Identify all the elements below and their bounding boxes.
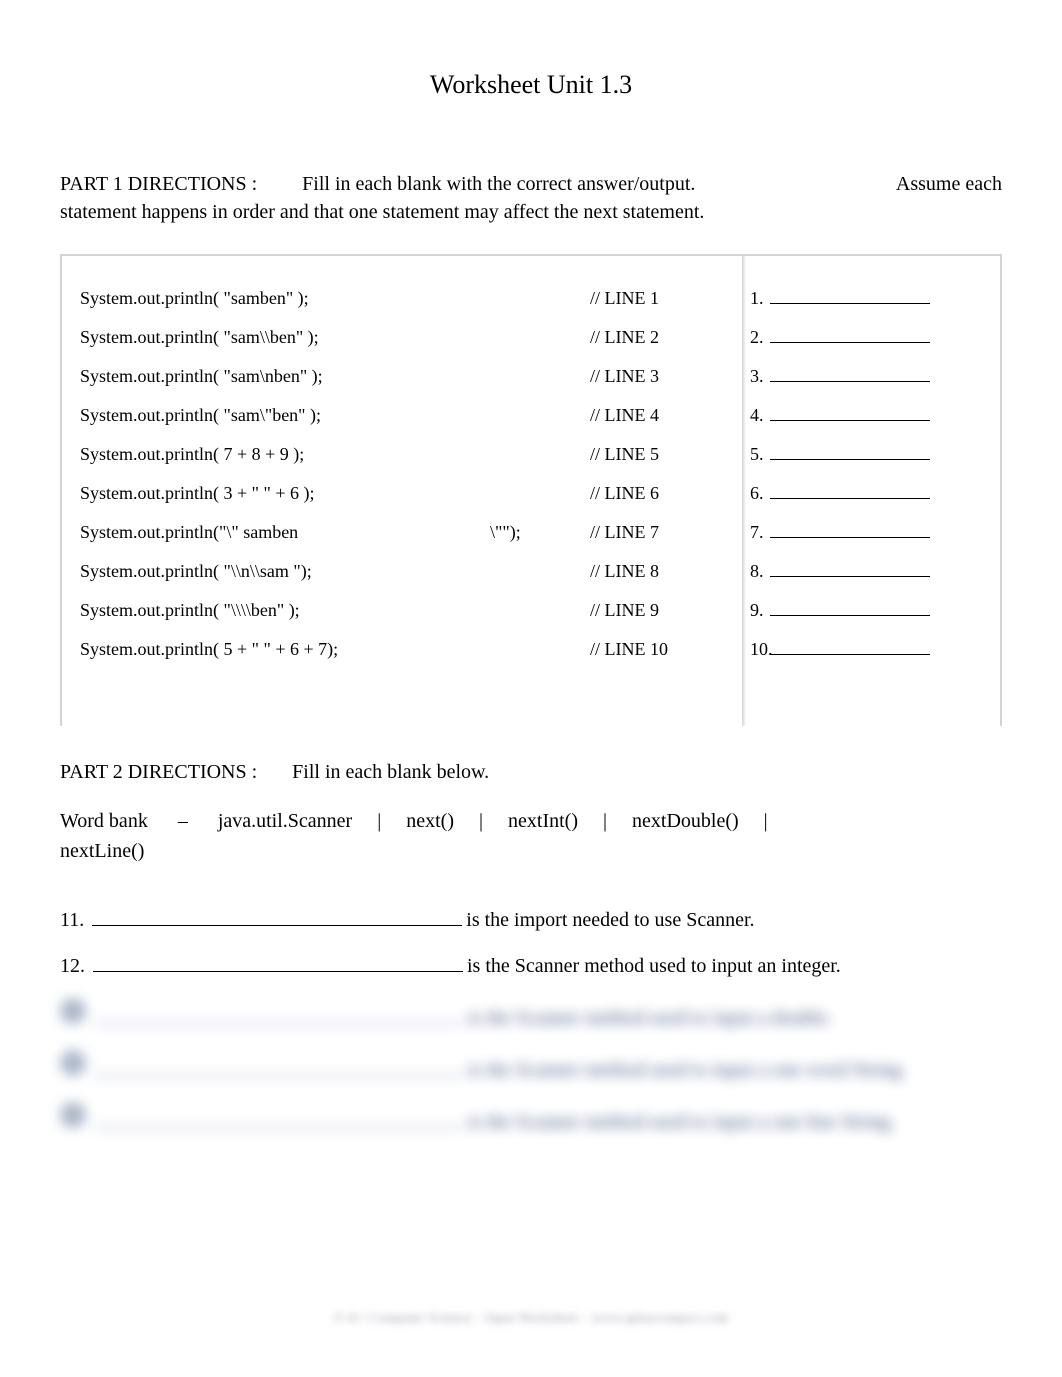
wordbank-separator: |	[377, 810, 381, 832]
answer-blank[interactable]	[770, 481, 930, 499]
wordbank-item: nextLine()	[60, 840, 144, 862]
question-number	[60, 1102, 86, 1128]
answer-number: 2.	[710, 327, 770, 348]
answer-number: 10.	[710, 639, 770, 660]
part1-label: PART 1 DIRECTIONS :	[60, 173, 257, 195]
question-text: is the Scanner method used to input a on…	[468, 1111, 895, 1134]
code-statement: System.out.println( 7 + 8 + 9 );	[80, 444, 490, 465]
code-statement: System.out.println( "samben" );	[80, 288, 490, 309]
part2-directions: PART 2 DIRECTIONS : Fill in each blank b…	[60, 761, 1002, 784]
code-statement: System.out.println( 3 + " " + 6 );	[80, 483, 490, 504]
code-statement: System.out.println( 5 + " " + 6 + 7);	[80, 639, 490, 660]
line-comment: // LINE 6	[590, 483, 710, 504]
code-statement: System.out.println( "\\\\ben" );	[80, 600, 490, 621]
code-row: System.out.println( "\\n\\sam "); // LINE…	[80, 559, 982, 582]
answer-number: 7.	[710, 522, 770, 543]
question-text: is the Scanner method used to input a do…	[468, 1007, 832, 1030]
question-blank[interactable]	[92, 906, 462, 926]
answer-blank[interactable]	[770, 364, 930, 382]
line-comment: // LINE 8	[590, 561, 710, 582]
wordbank-separator: |	[603, 810, 607, 832]
line-comment: // LINE 4	[590, 405, 710, 426]
code-statement: System.out.println( "\\n\\sam ");	[80, 561, 490, 582]
question-number: 12.	[60, 955, 85, 978]
answer-blank[interactable]	[770, 403, 930, 421]
answer-number: 6.	[710, 483, 770, 504]
answer-blank[interactable]	[770, 286, 930, 304]
code-box: System.out.println( "samben" ); // LINE 1…	[60, 254, 1002, 726]
line-comment: // LINE 3	[590, 366, 710, 387]
answer-blank[interactable]	[770, 598, 930, 616]
question-blank[interactable]	[93, 952, 463, 972]
part2-text: Fill in each blank below.	[292, 761, 489, 783]
question-row: 11. is the import needed to use Scanner.	[60, 906, 1002, 932]
answer-blank[interactable]	[770, 442, 930, 460]
wordbank-item: java.util.Scanner	[218, 810, 352, 832]
question-number	[60, 1050, 86, 1076]
code-row: System.out.println( "\\\\ben" ); // LINE …	[80, 598, 982, 621]
code-row: System.out.println( "samben" ); // LINE 1…	[80, 286, 982, 309]
code-row: System.out.println( "sam\"ben" ); // LINE…	[80, 403, 982, 426]
answer-blank[interactable]	[770, 325, 930, 343]
code-statement: System.out.println( "sam\"ben" );	[80, 405, 490, 426]
answer-blank[interactable]	[770, 520, 930, 538]
wordbank-item: next()	[406, 810, 454, 832]
wordbank-item: nextInt()	[508, 810, 578, 832]
question-blank[interactable]	[94, 1108, 464, 1128]
answer-number: 3.	[710, 366, 770, 387]
answer-number: 4.	[710, 405, 770, 426]
code-row: System.out.println( "sam\nben" ); // LINE…	[80, 364, 982, 387]
line-comment: // LINE 10	[590, 639, 710, 660]
line-comment: // LINE 7	[590, 522, 710, 543]
question-row: is the Scanner method used to input a on…	[60, 1102, 1002, 1134]
question-number: 11.	[60, 909, 84, 932]
wordbank-item: nextDouble()	[632, 810, 739, 832]
wordbank-dash: –	[178, 810, 188, 832]
code-row: System.out.println( 5 + " " + 6 + 7); // …	[80, 637, 982, 660]
part1-directions: PART 1 DIRECTIONS : Fill in each blank w…	[60, 170, 1002, 226]
part1-assume: Assume each	[896, 170, 1002, 198]
part2-label: PART 2 DIRECTIONS :	[60, 761, 257, 783]
word-bank: Word bank – java.util.Scanner | next() | nex…	[60, 806, 1002, 866]
part1-text2: statement happens in order and that one …	[60, 201, 704, 223]
line-comment: // LINE 1	[590, 288, 710, 309]
wordbank-label: Word bank	[60, 810, 148, 832]
wordbank-separator: |	[764, 810, 768, 832]
code-extra: \"");	[490, 522, 590, 543]
line-comment: // LINE 9	[590, 600, 710, 621]
line-comment: // LINE 5	[590, 444, 710, 465]
answer-number: 9.	[710, 600, 770, 621]
line-comment: // LINE 2	[590, 327, 710, 348]
answer-blank[interactable]	[770, 637, 930, 655]
footer-text: © A+ Computer Science – Input Worksheet …	[0, 1311, 1062, 1327]
question-blank[interactable]	[94, 1004, 464, 1024]
answer-blank[interactable]	[770, 559, 930, 577]
question-text: is the Scanner method used to input a on…	[468, 1059, 906, 1082]
code-row: System.out.println( 3 + " " + 6 ); // LIN…	[80, 481, 982, 504]
question-text: is the Scanner method used to input an i…	[467, 955, 841, 978]
code-row: System.out.println("\" samben\"");// LIN…	[80, 520, 982, 543]
answer-number: 1.	[710, 288, 770, 309]
question-text: is the import needed to use Scanner.	[466, 909, 754, 932]
question-row: is the Scanner method used to input a on…	[60, 1050, 1002, 1082]
answer-number: 8.	[710, 561, 770, 582]
code-statement: System.out.println( "sam\\ben" );	[80, 327, 490, 348]
code-statement: System.out.println("\" samben	[80, 522, 490, 543]
question-number	[60, 998, 86, 1024]
code-row: System.out.println( 7 + 8 + 9 ); // LINE …	[80, 442, 982, 465]
wordbank-separator: |	[479, 810, 483, 832]
question-blank[interactable]	[94, 1056, 464, 1076]
part1-text1: Fill in each blank with the correct answ…	[302, 173, 695, 195]
question-row: is the Scanner method used to input a do…	[60, 998, 1002, 1030]
question-row: 12. is the Scanner method used to input …	[60, 952, 1002, 978]
answer-number: 5.	[710, 444, 770, 465]
page-title: Worksheet Unit 1.3	[60, 70, 1002, 100]
code-statement: System.out.println( "sam\nben" );	[80, 366, 490, 387]
box-divider	[742, 256, 746, 726]
code-row: System.out.println( "sam\\ben" ); // LINE…	[80, 325, 982, 348]
